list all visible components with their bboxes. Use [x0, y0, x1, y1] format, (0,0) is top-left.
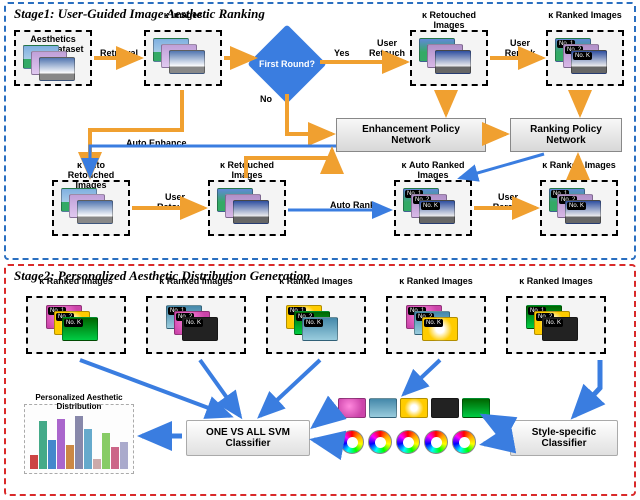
k-auto-retouched-label: κ Auto Retouched Images: [54, 160, 128, 190]
stage2-ranked-box: κ Ranked ImagesNo. 1No. 2No. K: [26, 296, 126, 354]
style-specific-classifier: Style-specific Classifier: [510, 420, 618, 456]
stage1-title: Stage1: User-Guided Image Aesthetic Rank…: [14, 6, 265, 22]
rank-tag: No. K: [573, 52, 592, 60]
color-wheel-icon: [396, 430, 420, 454]
chart-bar: [30, 455, 38, 469]
stage2-ranked-label: κ Ranked Images: [148, 276, 244, 286]
stage2-ranked-label: κ Ranked Images: [388, 276, 484, 286]
stage2-ranked-label: κ Ranked Images: [28, 276, 124, 286]
stage2-ranked-box: κ Ranked ImagesNo. 1No. 2No. K: [266, 296, 366, 354]
auto-enhance-label: Auto Enhance: [126, 138, 187, 148]
k-images-label: κ Images: [146, 10, 220, 20]
retrieval-label: Retrieval: [100, 48, 138, 58]
stage2-ranked-box: κ Ranked ImagesNo. 1No. 2No. K: [506, 296, 606, 354]
k-retouched-top: κ Retouched Images: [410, 30, 488, 86]
chart-bar: [120, 442, 128, 469]
user-rerank-label-top: User Rerank: [498, 38, 542, 58]
chart-bar: [66, 445, 74, 469]
rank-tag: No. K: [567, 202, 586, 210]
first-round-label: First Round?: [259, 59, 315, 69]
chart-bar: [75, 416, 83, 469]
chart-bar: [93, 459, 101, 469]
one-vs-all-classifier: ONE VS ALL SVM Classifier: [186, 420, 310, 456]
k-auto-retouched-box: κ Auto Retouched Images: [52, 180, 130, 236]
rank-tag: No. K: [421, 202, 440, 210]
chart-bar: [84, 429, 92, 469]
k-auto-ranked-box: κ Auto Ranked Images No. 1 No. 2 No. K: [394, 180, 472, 236]
user-retouch-label-top: User Retouch: [362, 38, 412, 58]
chart-bar: [39, 421, 47, 469]
stage2-ranked-box: κ Ranked ImagesNo. 1No. 2No. K: [386, 296, 486, 354]
chart-bar: [111, 447, 119, 469]
auto-rank-label: Auto Rank: [330, 200, 375, 210]
user-rerank-label-bottom: User Rerank: [486, 192, 530, 212]
k-ranked-top: κ Ranked Images No. 1 No. 2 No. K: [546, 30, 624, 86]
k-retouched-bottom: κ Retouched Images: [208, 180, 286, 236]
chart-bar: [48, 440, 56, 469]
ranking-policy-network: Ranking Policy Network: [510, 118, 622, 152]
aesthetic-distribution-chart: Personalized Aesthetic Distribution: [24, 404, 134, 474]
k-retouched-label-top: κ Retouched Images: [412, 10, 486, 30]
color-wheel-icon: [452, 430, 476, 454]
yes-label: Yes: [334, 48, 350, 58]
color-wheel-icon: [368, 430, 392, 454]
chart-title: Personalized Aesthetic Distribution: [25, 393, 133, 411]
chart-bar: [57, 419, 65, 469]
no-label: No: [260, 94, 272, 104]
color-wheel-icon: [424, 430, 448, 454]
stage2-ranked-label: κ Ranked Images: [508, 276, 604, 286]
sample-thumbnails: [338, 398, 490, 418]
k-auto-ranked-label: κ Auto Ranked Images: [396, 160, 470, 180]
k-ranked-label-top: κ Ranked Images: [548, 10, 622, 20]
k-ranked-bottom: κ Ranked Images No. 1 No. 2 No. K: [540, 180, 618, 236]
stage2-ranked-box: κ Ranked ImagesNo. 1No. 2No. K: [146, 296, 246, 354]
k-images-box: κ Images: [144, 30, 222, 86]
k-retouched-label-bottom: κ Retouched Images: [210, 160, 284, 180]
dataset-box: Aesthetics Image Dataset: [14, 30, 92, 86]
color-wheel-icon: [340, 430, 364, 454]
enhancement-policy-network: Enhancement Policy Network: [336, 118, 486, 152]
user-retouch-label-bottom: User Retouch: [150, 192, 200, 212]
first-round-decision: First Round?: [252, 44, 322, 84]
k-ranked-label-bottom: κ Ranked Images: [542, 160, 616, 170]
color-wheels: [340, 430, 476, 454]
chart-bar: [102, 433, 110, 469]
stage2-ranked-label: κ Ranked Images: [268, 276, 364, 286]
